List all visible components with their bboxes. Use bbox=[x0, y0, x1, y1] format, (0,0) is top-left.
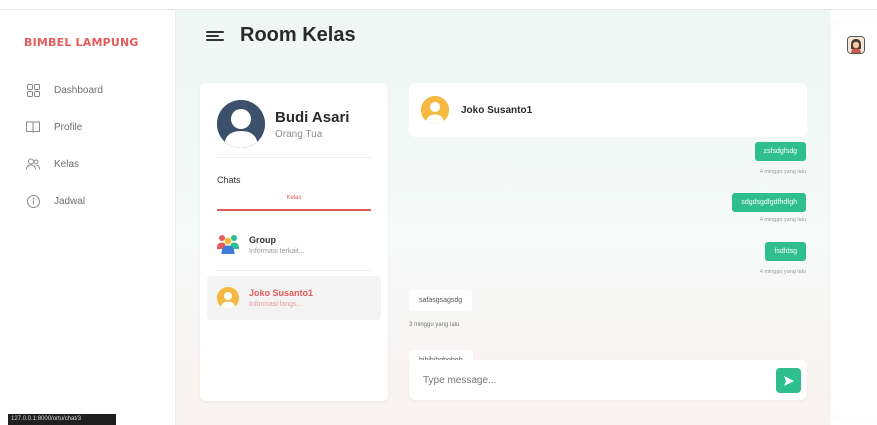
contact-avatar bbox=[421, 96, 449, 124]
hamburger-menu-icon[interactable] bbox=[206, 29, 224, 43]
message-bubble-incoming: safasgsagsdg bbox=[409, 290, 473, 311]
sidebar-item-label: Profile bbox=[54, 121, 83, 133]
chats-heading: Chats bbox=[217, 175, 241, 185]
sidebar-item-dashboard[interactable]: Dashboard bbox=[26, 82, 103, 98]
page-title: Room Kelas bbox=[240, 24, 356, 46]
message-time: 4 minggu yang lalu bbox=[759, 217, 806, 223]
conversation-contact-name: Joko Susanto1 bbox=[461, 104, 533, 116]
page-header: Room Kelas bbox=[206, 24, 356, 47]
sidebar-nav: Dashboard Profile Kelas Jadwal bbox=[26, 82, 103, 230]
sidebar-item-profile[interactable]: Profile bbox=[26, 119, 103, 135]
message-bubble-outgoing: sdgdsgdfgdfhdfgh bbox=[732, 193, 806, 212]
send-icon bbox=[783, 375, 794, 386]
chat-item-group[interactable]: Group Informasi terkait... bbox=[207, 223, 381, 267]
profile-avatar bbox=[217, 100, 265, 148]
sidebar-item-label: Kelas bbox=[54, 158, 80, 170]
tab-active-indicator bbox=[217, 209, 371, 211]
user-avatar-icon[interactable] bbox=[847, 36, 865, 54]
chat-list-panel: Budi Asari Orang Tua Chats Kelas Group I… bbox=[200, 83, 388, 401]
divider bbox=[217, 270, 371, 271]
message-bubble-outgoing: zsfsdgfsdg bbox=[754, 142, 806, 161]
conversation-header: Joko Susanto1 bbox=[409, 83, 807, 137]
chat-item-preview: Informasi langs... bbox=[249, 301, 303, 308]
message-bubble-outgoing: fsdfdsg bbox=[765, 242, 806, 261]
chat-item-joko[interactable]: Joko Susanto1 Informasi langs... bbox=[207, 276, 381, 320]
chat-item-preview: Informasi terkait... bbox=[249, 248, 305, 255]
sidebar: BIMBEL LAMPUNG Dashboard Profile Kelas J… bbox=[0, 10, 176, 425]
browser-status-url: 127.0.0.1:8000/ortu/chat/3 bbox=[8, 414, 116, 425]
divider bbox=[217, 157, 371, 158]
grid-icon bbox=[26, 83, 40, 97]
right-panel bbox=[831, 22, 877, 418]
book-icon bbox=[26, 120, 40, 134]
chat-item-name: Group bbox=[249, 235, 276, 245]
profile-role: Orang Tua bbox=[275, 128, 323, 140]
send-button[interactable] bbox=[776, 368, 801, 393]
message-time: 4 minggu yang lalu bbox=[759, 169, 806, 175]
user-profile: Budi Asari Orang Tua bbox=[217, 100, 349, 148]
sidebar-item-kelas[interactable]: Kelas bbox=[26, 156, 103, 172]
group-icon bbox=[217, 232, 239, 259]
users-icon bbox=[26, 157, 40, 171]
message-composer bbox=[409, 360, 807, 400]
chat-item-name: Joko Susanto1 bbox=[249, 288, 314, 298]
sidebar-item-jadwal[interactable]: Jadwal bbox=[26, 193, 103, 209]
top-edge bbox=[0, 0, 877, 10]
message-time: 3 minggu yang lalu bbox=[409, 322, 460, 328]
profile-name: Budi Asari bbox=[275, 108, 350, 126]
sidebar-item-label: Jadwal bbox=[54, 195, 86, 207]
message-input[interactable] bbox=[423, 370, 743, 390]
brand-logo[interactable]: BIMBEL LAMPUNG bbox=[24, 36, 139, 49]
contact-avatar bbox=[217, 287, 239, 309]
info-icon bbox=[26, 194, 40, 208]
sidebar-item-label: Dashboard bbox=[54, 84, 103, 96]
tab-kelas[interactable]: Kelas bbox=[217, 195, 371, 201]
main-content: Room Kelas Budi Asari Orang Tua Chats Ke… bbox=[176, 10, 830, 425]
message-time: 4 minggu yang lalu bbox=[759, 269, 806, 275]
